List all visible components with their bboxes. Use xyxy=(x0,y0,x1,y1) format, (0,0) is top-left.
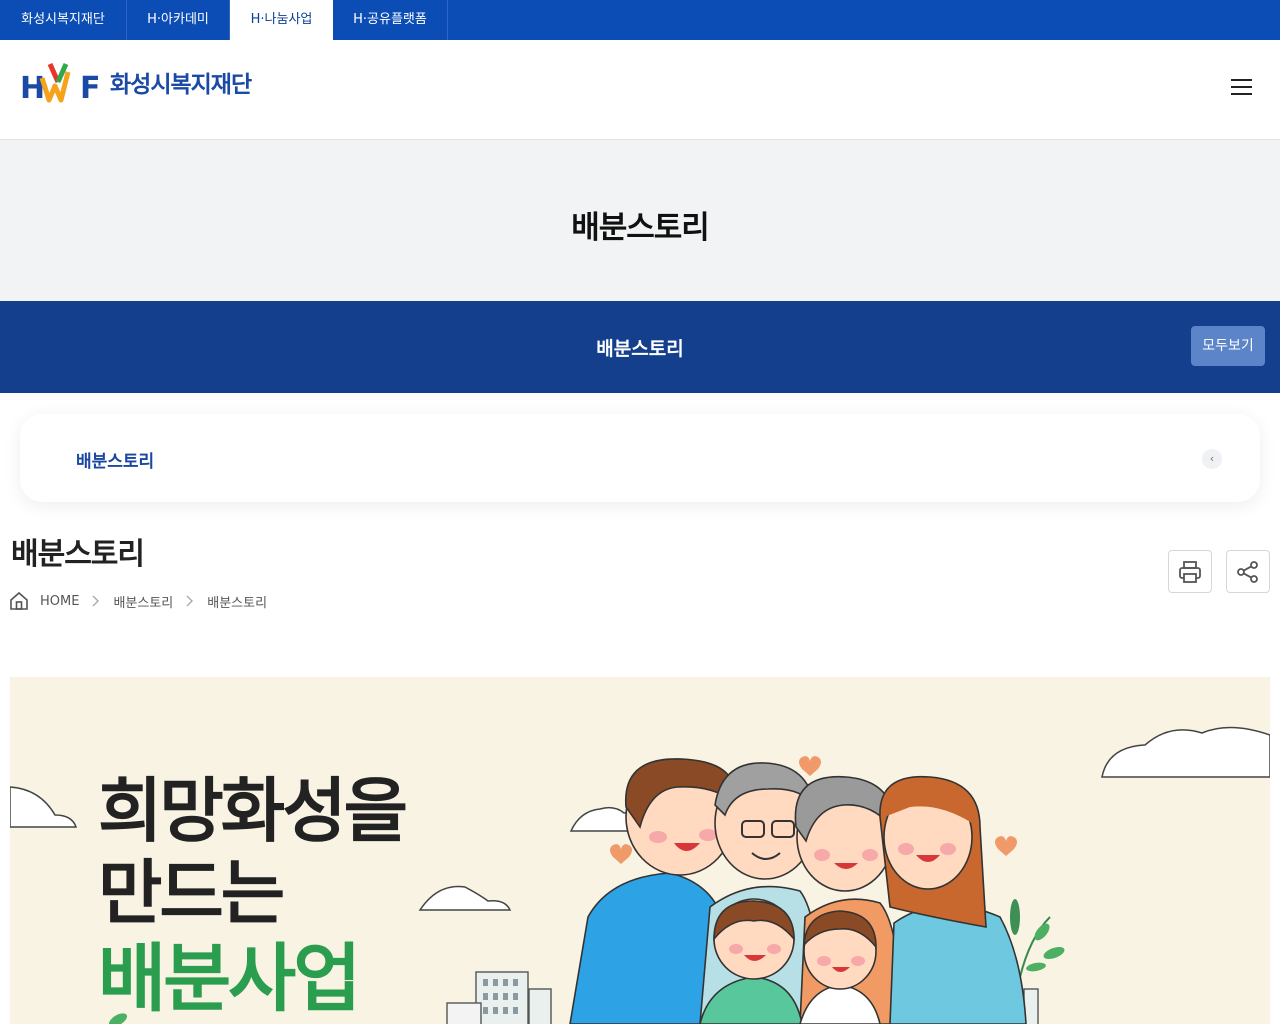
breadcrumb-item-2[interactable]: 배분스토리 xyxy=(207,592,267,611)
breadcrumb-item-1[interactable]: 배분스토리 xyxy=(113,592,173,611)
tab-sharing-platform[interactable]: H·공유플랫폼 xyxy=(333,0,448,40)
sub-navigation-bar: 배분스토리 모두보기 xyxy=(0,301,1280,393)
view-all-button[interactable]: 모두보기 xyxy=(1191,326,1265,366)
distribution-business-banner: 희망화성을 만드는 배분사업 xyxy=(10,677,1270,1024)
tab-academy[interactable]: H·아카데미 xyxy=(127,0,230,40)
home-icon[interactable] xyxy=(9,591,29,611)
site-logo[interactable]: H F 화성시복지재단 xyxy=(20,60,270,104)
breadcrumb: HOME 배분스토리 배분스토리 xyxy=(9,590,267,612)
hamburger-icon[interactable] xyxy=(1230,78,1254,98)
sub-nav-title: 배분스토리 xyxy=(596,338,684,360)
local-menu-label: 배분스토리 xyxy=(76,452,155,472)
chevron-right-icon xyxy=(186,595,194,607)
page-title-band: 배분스토리 xyxy=(0,140,1280,301)
share-button[interactable] xyxy=(1226,550,1270,593)
chevron-right-icon xyxy=(92,595,100,607)
print-button[interactable] xyxy=(1168,550,1212,593)
hwf-logo-icon: H F xyxy=(20,62,101,104)
chevron-left-icon[interactable]: ‹ xyxy=(1202,449,1222,469)
svg-text:H: H xyxy=(20,71,45,104)
content-title: 배분스토리 xyxy=(11,537,145,572)
local-menu-card[interactable]: 배분스토리 ‹ xyxy=(20,414,1260,502)
share-icon xyxy=(1237,560,1258,583)
top-site-bar: 화성시복지재단 H·아카데미 H·나눔사업 H·공유플랫폼 xyxy=(0,0,1280,40)
logo-text: 화성시복지재단 xyxy=(110,72,252,98)
page-title: 배분스토리 xyxy=(571,210,710,246)
tab-foundation[interactable]: 화성시복지재단 xyxy=(0,0,127,40)
print-icon xyxy=(1179,560,1201,583)
banner-headline-line-3: 배분사업 xyxy=(98,936,361,1022)
tab-sharing-business[interactable]: H·나눔사업 xyxy=(230,0,333,40)
breadcrumb-home[interactable]: HOME xyxy=(40,594,79,609)
svg-text:F: F xyxy=(80,71,101,104)
site-header: H F 화성시복지재단 xyxy=(0,40,1280,140)
